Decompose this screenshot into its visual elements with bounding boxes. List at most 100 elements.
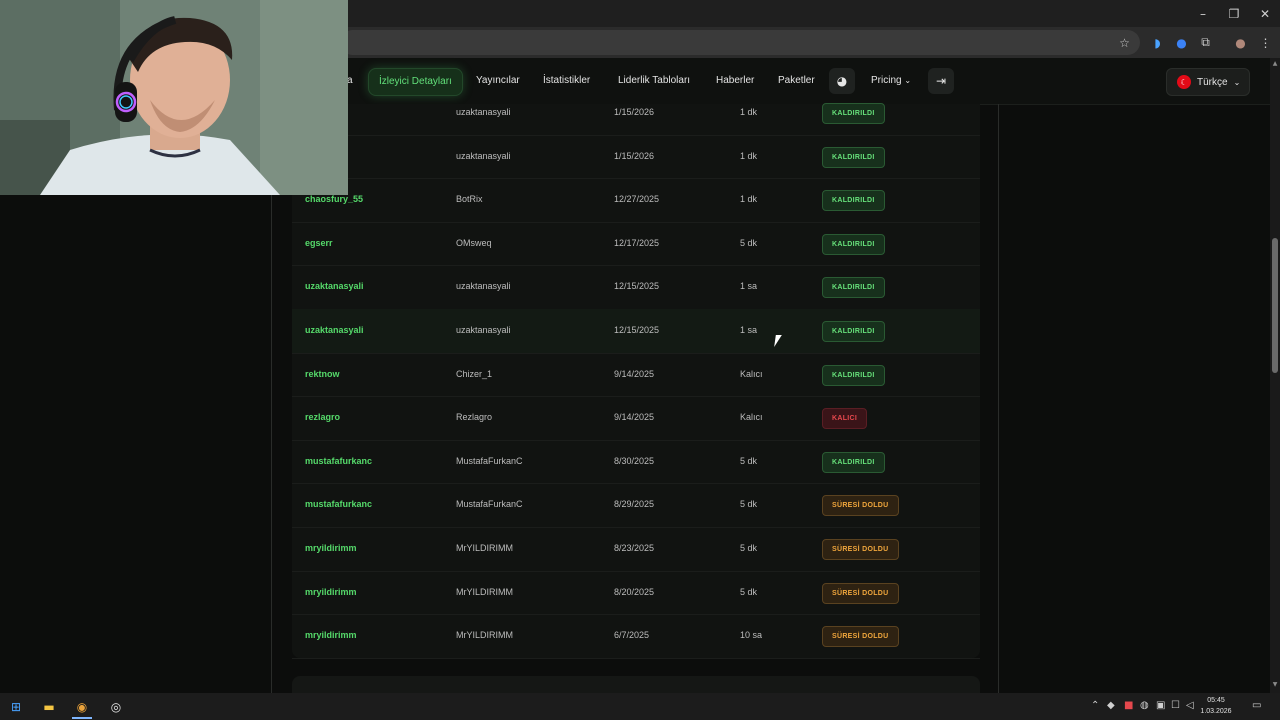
status-badge: KALDIRILDI xyxy=(822,321,885,342)
row-username[interactable]: uzaktanasyali xyxy=(305,265,364,308)
tray-app-icon-2[interactable]: ■ xyxy=(1124,700,1133,711)
language-selector[interactable]: ☾ Türkçe ⌄ xyxy=(1166,68,1250,96)
row-date: 8/23/2025 xyxy=(614,543,655,553)
chevron-down-icon: ⌄ xyxy=(1233,77,1241,87)
table-row[interactable]: uzaktanasyali uzaktanasyali 12/15/2025 1 sa… xyxy=(292,265,980,310)
extension-audio-icon[interactable]: ◗ xyxy=(1149,34,1166,51)
scrollbar-thumb[interactable] xyxy=(1272,238,1278,373)
row-duration: 1 dk xyxy=(740,107,758,117)
webcam-overlay xyxy=(0,0,348,195)
tray-chevron-icon[interactable]: ⌃ xyxy=(1091,700,1099,711)
table-row[interactable]: mryildirimm MrYILDIRIMM 8/23/2025 5 dk SÜRES… xyxy=(292,527,980,572)
notification-icon[interactable]: ▭ xyxy=(1252,700,1261,711)
table-row[interactable]: rezlagro Rezlagro 9/14/2025 Kalıcı KALICI xyxy=(292,396,980,441)
minimize-icon[interactable]: – xyxy=(1186,0,1220,27)
table-row[interactable]: yaliuzaktanasyali1/15/20261 dkKALDIRILDI xyxy=(292,91,980,136)
row-channel: MrYILDIRIMM xyxy=(456,630,513,641)
tray-app-icon-4[interactable]: ▣ xyxy=(1156,700,1165,711)
table-row[interactable]: uzaktanasyali uzaktanasyali 12/15/2025 1 sa… xyxy=(292,309,980,354)
row-date: 1/15/2026 xyxy=(614,150,655,161)
table-row[interactable]: mryildirimm MrYILDIRIMM 6/7/2025 10 sa SÜRES… xyxy=(292,614,980,659)
close-icon[interactable]: ✕ xyxy=(1248,0,1280,27)
status-badge: KALDIRILDI xyxy=(822,364,885,386)
obs-icon[interactable]: ◎ xyxy=(106,697,126,717)
row-username[interactable]: rektnow xyxy=(305,353,340,396)
table-row[interactable]: mustafafurkanc MustafaFurkanC 8/30/2025 5 d… xyxy=(292,440,980,485)
row-duration: 5 dk xyxy=(740,237,758,248)
row-date: 12/27/2025 xyxy=(614,194,660,205)
tray-app-icon-1[interactable]: ◆ xyxy=(1107,700,1115,711)
chrome-icon[interactable]: ◉ xyxy=(72,697,92,719)
row-date: 9/14/2025 xyxy=(614,368,655,379)
address-bar[interactable] xyxy=(340,30,1140,55)
row-channel: uzaktanasyali xyxy=(456,107,511,117)
table-row[interactable]: rektnow Chizer_1 9/14/2025 Kalıcı KALDIRILDI xyxy=(292,353,980,398)
row-duration: 1 sa xyxy=(740,281,758,292)
table-row[interactable]: mryildirimm MrYILDIRIMM 8/20/2025 5 dk SÜRES… xyxy=(292,571,980,616)
status-badge: KALDIRILDI xyxy=(822,190,885,212)
page-scrollbar[interactable]: ▲ ▼ xyxy=(1270,58,1280,693)
webcam-feed-image xyxy=(0,0,348,195)
row-duration: Kalıcı xyxy=(740,368,763,379)
row-date: 12/15/2025 xyxy=(614,281,660,292)
network-icon[interactable]: ☐ xyxy=(1171,700,1180,711)
row-date: 12/17/2025 xyxy=(614,237,660,248)
status-badge: KALICI xyxy=(822,408,868,430)
clock-time: 05:45 xyxy=(1207,697,1225,704)
row-username[interactable]: mryildirimm xyxy=(305,614,357,657)
row-username[interactable]: uzaktanasyali xyxy=(305,309,364,352)
row-username[interactable]: mryildirimm xyxy=(305,571,357,614)
table-row[interactable]: egserr OMsweq 12/17/2025 5 dk KALDIRILDI xyxy=(292,222,980,267)
turkey-flag-icon: ☾ xyxy=(1177,75,1191,89)
table-row[interactable]: yaliuzaktanasyali1/15/20261 dkKALDIRILDI xyxy=(292,135,980,180)
status-badge: SÜRESİ DOLDU xyxy=(822,626,899,648)
menu-dots-icon[interactable]: ⋮ xyxy=(1257,34,1274,51)
scroll-up-icon[interactable]: ▲ xyxy=(1270,60,1280,70)
scroll-down-icon[interactable]: ▼ xyxy=(1270,681,1280,691)
table-row[interactable]: chaosfury_55 BotRix 12/27/2025 1 dk KALDIRIL… xyxy=(292,178,980,223)
row-username[interactable]: mustafafurkanc xyxy=(305,440,372,483)
row-date: 8/20/2025 xyxy=(614,586,655,597)
status-badge: KALDIRILDI xyxy=(822,233,885,255)
pricing-label: Pricing xyxy=(871,75,902,86)
content-panel-edge-right xyxy=(998,104,999,693)
windows-start-icon[interactable]: ⊞ xyxy=(6,697,26,717)
row-channel: uzaktanasyali xyxy=(456,281,511,292)
row-duration: 5 dk xyxy=(740,499,758,510)
row-duration: 1 dk xyxy=(740,194,758,205)
row-duration: 1 sa xyxy=(740,325,758,335)
extension-blue-icon[interactable]: ● xyxy=(1173,34,1190,51)
row-username[interactable]: egserr xyxy=(305,222,333,265)
star-icon[interactable]: ☆ xyxy=(1116,34,1133,51)
clock-date: 1.03.2026 xyxy=(1200,708,1232,715)
row-duration: 1 dk xyxy=(740,150,758,161)
extensions-icon[interactable]: ⧉ xyxy=(1197,34,1214,51)
row-duration: 5 dk xyxy=(740,586,758,597)
row-duration: Kalıcı xyxy=(740,412,763,423)
row-channel: uzaktanasyali xyxy=(456,325,511,335)
row-duration: 5 dk xyxy=(740,455,758,466)
status-badge: KALDIRILDI xyxy=(822,146,885,168)
row-channel: OMsweq xyxy=(456,237,492,248)
taskbar-clock[interactable]: 05:45 1.03.2026 xyxy=(1196,695,1236,717)
row-date: 8/29/2025 xyxy=(614,499,655,510)
tray-app-icon-3[interactable]: ◍ xyxy=(1140,700,1149,711)
volume-icon[interactable]: ◁ xyxy=(1186,700,1194,711)
row-channel: Rezlagro xyxy=(456,412,493,423)
row-date: 6/7/2025 xyxy=(614,630,650,641)
row-username[interactable]: mustafafurkanc xyxy=(305,483,372,526)
bans-table: yaliuzaktanasyali1/15/20261 dkKALDIRILDI… xyxy=(292,103,980,659)
profile-avatar-icon[interactable]: ● xyxy=(1232,34,1249,51)
row-duration: 5 dk xyxy=(740,543,758,553)
file-explorer-icon[interactable]: ▬ xyxy=(39,697,59,717)
row-channel: MustafaFurkanC xyxy=(456,455,523,466)
table-row[interactable]: mustafafurkanc MustafaFurkanC 8/29/2025 5 d… xyxy=(292,483,980,528)
restore-icon[interactable]: ❐ xyxy=(1217,0,1251,27)
status-badge: KALDIRILDI xyxy=(822,103,885,124)
status-badge: KALDIRILDI xyxy=(822,451,885,473)
row-username[interactable]: mryildirimm xyxy=(305,527,357,570)
status-badge: SÜRESİ DOLDU xyxy=(822,495,899,517)
status-badge: SÜRESİ DOLDU xyxy=(822,539,899,560)
language-label: Türkçe xyxy=(1197,76,1228,88)
row-username[interactable]: rezlagro xyxy=(305,396,340,439)
